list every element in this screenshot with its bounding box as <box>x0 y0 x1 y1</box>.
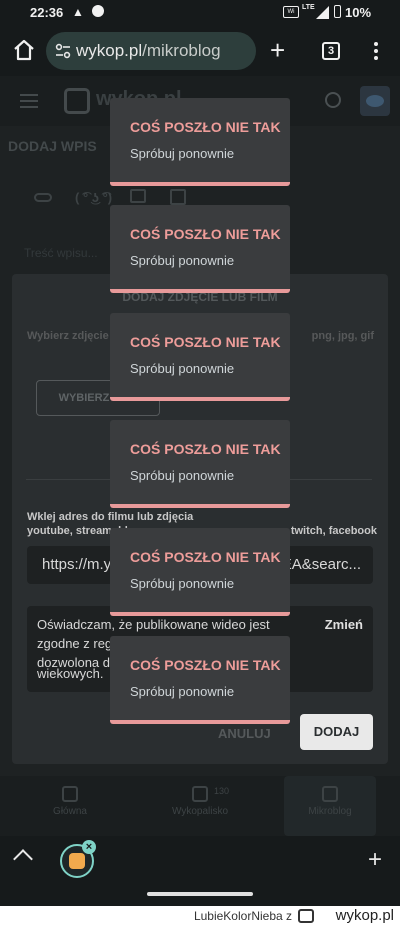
avatar[interactable] <box>360 86 390 116</box>
gesture-bar[interactable] <box>147 892 253 896</box>
toast-message: Spróbuj ponownie <box>130 361 235 376</box>
microblog-icon <box>322 786 338 802</box>
post-input[interactable]: Treść wpisu... <box>24 246 98 260</box>
page-title: DODAJ WPIS <box>8 138 97 154</box>
toast-message: Spróbuj ponownie <box>130 146 235 161</box>
status-time: 22:36 <box>30 5 64 20</box>
chevron-up-icon[interactable] <box>13 849 33 869</box>
toast-title: COŚ POSZŁO NIE TAK <box>130 119 281 135</box>
toast-message: Spróbuj ponownie <box>130 576 235 591</box>
new-tab-button[interactable]: + <box>270 37 285 63</box>
signal-icon <box>316 6 329 19</box>
football-icon <box>92 5 104 17</box>
address-bar[interactable]: wykop.pl/mikroblog <box>46 32 256 70</box>
add-button[interactable]: DODAJ <box>300 714 373 750</box>
search-icon[interactable] <box>325 92 341 108</box>
battery-icon <box>334 5 341 18</box>
avatar-eye <box>366 95 384 107</box>
tab-switcher-button[interactable]: 3 <box>322 42 340 60</box>
home-icon[interactable] <box>12 38 36 62</box>
nav-label: Mikroblog <box>308 806 352 817</box>
nav-item-microblog[interactable]: Mikroblog <box>284 776 376 836</box>
home-nav-icon <box>62 786 78 802</box>
camera-icon[interactable] <box>130 189 146 203</box>
nav-item-upcoming[interactable]: Wykopalisko <box>154 776 246 836</box>
site-settings-icon[interactable] <box>54 41 72 61</box>
video-url-value-end: EA&searc... <box>281 556 361 573</box>
error-toast[interactable]: COŚ POSZŁO NIE TAK Spróbuj ponownie <box>110 636 290 724</box>
network-type: LTE <box>302 4 315 11</box>
warning-icon: ▲ <box>72 5 84 19</box>
choose-file-hint: Wybierz zdjęcie <box>27 330 109 342</box>
error-toast[interactable]: COŚ POSZŁO NIE TAK Spróbuj ponownie <box>110 313 290 401</box>
video-url-value-start: https://m.y <box>42 556 112 573</box>
watermark-user: LubieKolorNieba z <box>193 909 292 923</box>
declaration-line-2: zgodne z reg <box>37 636 113 651</box>
toast-title: COŚ POSZŁO NIE TAK <box>130 226 281 242</box>
change-button[interactable]: Zmień <box>325 617 363 632</box>
declaration-line-4: wiekowych. <box>37 666 104 681</box>
declaration-line-1: Oświadczam, że publikowane wideo jest <box>37 617 270 632</box>
close-icon[interactable]: × <box>82 840 96 854</box>
gif-icon[interactable] <box>170 189 186 205</box>
url-domain: wykop.pl <box>76 41 143 60</box>
upcoming-count: 130 <box>214 786 230 796</box>
phone-screen: 22:36 ▲ Wi LTE 10% wykop.pl/mikroblog + … <box>0 0 400 906</box>
cancel-button[interactable]: ANULUJ <box>218 726 271 741</box>
url-text: wykop.pl/mikroblog <box>76 41 221 61</box>
tab-group-bar: × + <box>0 836 400 906</box>
toast-title: COŚ POSZŁO NIE TAK <box>130 549 281 565</box>
nav-label: Główna <box>53 806 87 817</box>
allowed-formats: png, jpg, gif <box>311 330 374 342</box>
toast-message: Spróbuj ponownie <box>130 253 235 268</box>
toast-title: COŚ POSZŁO NIE TAK <box>130 334 281 350</box>
error-toast[interactable]: COŚ POSZŁO NIE TAK Spróbuj ponownie <box>110 205 290 293</box>
url-sources-right: twitch, facebook <box>290 525 377 537</box>
link-icon[interactable] <box>34 193 52 202</box>
browser-toolbar: wykop.pl/mikroblog + 3 <box>0 26 400 76</box>
wykop-logo-icon <box>298 909 314 923</box>
toast-title: COŚ POSZŁO NIE TAK <box>130 657 281 673</box>
lenny-face-icon[interactable]: ( ͡° ͜ʖ ͡°) <box>75 190 112 205</box>
shovel-icon <box>192 786 208 802</box>
toast-title: COŚ POSZŁO NIE TAK <box>130 441 281 457</box>
hamburger-menu-icon[interactable] <box>20 94 38 108</box>
watermark-site: wykop.pl <box>335 907 394 924</box>
add-tab-to-group-button[interactable]: + <box>368 846 382 874</box>
site-bottom-nav: Główna Wykopalisko 130 Mikroblog <box>0 776 400 836</box>
error-toast[interactable]: COŚ POSZŁO NIE TAK Spróbuj ponownie <box>110 420 290 508</box>
wykop-favicon-icon <box>69 853 85 869</box>
wifi-calling-icon: Wi <box>283 6 299 18</box>
toast-message: Spróbuj ponownie <box>130 468 235 483</box>
error-toast[interactable]: COŚ POSZŁO NIE TAK Spróbuj ponownie <box>110 528 290 616</box>
toast-message: Spróbuj ponownie <box>130 684 235 699</box>
url-section-label: Wklej adres do filmu lub zdjęcia <box>27 511 194 523</box>
watermark-footer: LubieKolorNieba z wykop.pl <box>0 906 400 926</box>
status-bar: 22:36 ▲ Wi LTE 10% <box>0 0 400 26</box>
url-path: /mikroblog <box>142 41 221 60</box>
wykop-logo-icon[interactable] <box>64 88 90 114</box>
nav-label: Wykopalisko <box>171 806 229 817</box>
nav-item-home[interactable]: Główna <box>24 776 116 836</box>
battery-level: 10% <box>345 5 372 20</box>
error-toast[interactable]: COŚ POSZŁO NIE TAK Spróbuj ponownie <box>110 98 290 186</box>
more-menu-icon[interactable] <box>368 40 384 62</box>
